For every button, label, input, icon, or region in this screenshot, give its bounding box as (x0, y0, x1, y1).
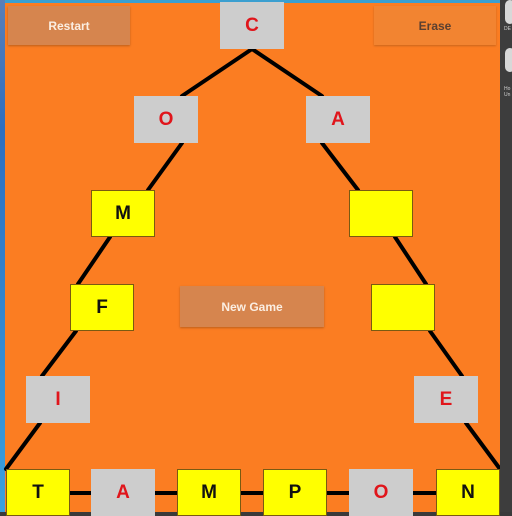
tile-letter: E (439, 388, 453, 410)
tile-left-3[interactable]: F (70, 284, 134, 331)
side-label-2: Ho Un (504, 86, 511, 98)
tile-left-4[interactable]: I (26, 376, 90, 423)
connector-line (4, 421, 42, 471)
connector-line (76, 235, 112, 286)
side-label-1: DE (504, 26, 511, 32)
tile-base-4[interactable]: P (263, 469, 327, 516)
tile-left-1[interactable]: O (134, 96, 198, 143)
tile-base-3[interactable]: M (177, 469, 241, 516)
pyramid-connectors (4, 47, 502, 495)
side-panel (500, 0, 512, 512)
connector-line (320, 141, 360, 192)
tile-letter: F (96, 296, 108, 318)
tile-right-3[interactable] (371, 284, 435, 331)
tile-base-2[interactable]: A (91, 469, 155, 516)
erase-button[interactable]: Erase (374, 6, 496, 45)
connector-line (146, 141, 184, 192)
tile-letter: M (201, 481, 217, 503)
tile-letter: A (331, 108, 345, 130)
tile-letter: A (116, 481, 130, 503)
connector-line (393, 235, 428, 286)
tile-left-2[interactable]: M (91, 190, 155, 237)
new-game-button[interactable]: New Game (180, 286, 324, 327)
tile-right-1[interactable]: A (306, 96, 370, 143)
restart-button[interactable]: Restart (8, 6, 130, 45)
tile-letter: I (55, 388, 61, 410)
tile-base-5[interactable]: O (349, 469, 413, 516)
side-toggle-icon[interactable] (505, 0, 512, 24)
side-toggle-icon[interactable] (505, 48, 512, 72)
tile-letter: T (32, 481, 44, 503)
tile-base-6[interactable]: N (436, 469, 500, 516)
connector-line (428, 329, 464, 378)
tile-letter: O (373, 481, 389, 503)
tile-base-1[interactable]: T (6, 469, 70, 516)
tile-letter: N (461, 481, 475, 503)
connector-line (180, 47, 254, 98)
tile-letter: O (158, 108, 174, 130)
tile-letter: P (288, 481, 302, 503)
connector-line (464, 421, 502, 471)
tile-right-2[interactable] (349, 190, 413, 237)
tile-letter: M (115, 202, 131, 224)
tile-letter: C (245, 14, 259, 36)
tile-right-4[interactable]: E (414, 376, 478, 423)
tile-apex[interactable]: C (220, 2, 284, 49)
connector-line (250, 47, 324, 98)
connector-line (40, 329, 78, 378)
